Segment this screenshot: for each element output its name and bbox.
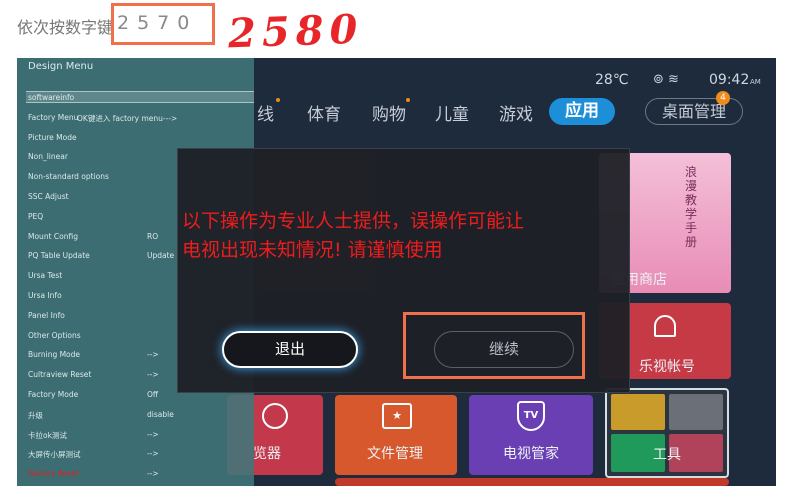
menu-item[interactable]: 升级 [28, 410, 43, 421]
tab-dot-1 [276, 98, 280, 102]
menu-item[interactable]: 卡拉ok测试 [28, 430, 67, 441]
menu-item[interactable]: Factory Reset [28, 469, 79, 478]
tab-kids[interactable]: 儿童 [435, 100, 469, 125]
menu-item-value: Update [147, 251, 175, 261]
menu-item[interactable]: Panel Info [28, 311, 65, 320]
exit-button[interactable]: 退出 [222, 331, 358, 368]
tile-bottom-strip [335, 478, 729, 486]
browser-icon [262, 403, 288, 429]
menu-item-value: --> [147, 350, 159, 360]
clock-time: 09:42 [709, 72, 750, 88]
handwritten-code: 2580 [227, 5, 365, 58]
tab-dot-2 [406, 98, 410, 102]
menu-item[interactable]: PEQ [28, 212, 43, 221]
tab-shopping[interactable]: 购物 [372, 100, 406, 125]
wifi-icon: ⊚ ≋ [653, 72, 679, 87]
menu-item[interactable]: softwareinfo [28, 93, 74, 102]
warning-line-2: 电视出现未知情况! 请谨慎使用 [182, 239, 443, 261]
instruction-text: 依次按数字键 [17, 18, 114, 37]
continue-highlight-box [403, 312, 585, 379]
tab-sports[interactable]: 体育 [307, 100, 341, 125]
poster-text: 浪漫教学手册 [685, 165, 698, 249]
clock-suffix: AM [750, 78, 761, 86]
menu-item[interactable]: Other Options [28, 331, 81, 340]
menu-item-value: --> [147, 469, 159, 479]
tile-label-browser: 览器 [253, 446, 281, 462]
tile-label-tools: 工具 [653, 447, 681, 463]
menu-item[interactable]: Factory Mode [28, 390, 78, 399]
tile-label-tv-manager: 电视管家 [503, 446, 559, 462]
menu-title: Design Menu [28, 61, 94, 72]
menu-item-value: Off [147, 390, 159, 399]
menu-item[interactable]: Non-standard options [28, 172, 109, 181]
weather-readout: 28℃ [595, 72, 629, 88]
menu-item[interactable]: Factory Menu [28, 113, 78, 122]
tool-sub-2 [669, 394, 723, 430]
tile-label-file-manager: 文件管理 [367, 446, 423, 462]
tool-sub-1 [611, 394, 665, 430]
notification-badge: 4 [716, 91, 730, 105]
tile-file-manager[interactable]: ★ [335, 395, 457, 475]
warning-message: 以下操作为专业人士提供，误操作可能让 电视出现未知情况! 请谨慎使用 [182, 207, 622, 265]
menu-item-value: --> [147, 370, 159, 380]
menu-item-value: disable [147, 409, 174, 419]
menu-item-value: --> [147, 429, 159, 439]
menu-item[interactable]: PQ Table Update [28, 251, 90, 260]
tv-shield-icon: TV [517, 401, 545, 431]
menu-item[interactable]: Burning Mode [28, 350, 80, 359]
menu-item[interactable]: Ursa Info [28, 291, 62, 300]
menu-item[interactable]: SSC Adjust [28, 192, 69, 201]
menu-item[interactable]: Non_linear [28, 152, 68, 161]
user-icon [654, 315, 676, 337]
tile-label-account: 乐视帐号 [639, 359, 695, 375]
tab-apps[interactable]: 应用 [549, 98, 615, 125]
menu-item[interactable]: Cultraview Reset [28, 370, 91, 379]
warning-line-1: 以下操作为专业人士提供，误操作可能让 [182, 210, 525, 232]
tile-tv-manager[interactable]: TV [469, 395, 593, 475]
menu-item[interactable]: Picture Mode [28, 133, 77, 142]
menu-item-value: RO [147, 231, 159, 241]
code-digits: 2570 [117, 12, 198, 34]
menu-item[interactable]: Ursa Test [28, 271, 62, 280]
menu-item-value: --> [147, 449, 159, 459]
menu-item[interactable]: Mount Config [28, 232, 78, 241]
menu-item[interactable]: 大屏传小屏测试 [28, 449, 81, 460]
menu-item-value: OK键进入 factory menu---> [77, 113, 178, 123]
tab-games[interactable]: 游戏 [499, 100, 533, 125]
folder-star-icon: ★ [382, 403, 412, 429]
tab-partial[interactable]: 线 [257, 100, 274, 125]
tile-tools[interactable] [605, 388, 729, 478]
tv-screen: 浪漫教学手册 应用商店 乐视帐号 览器 ★ 文件管理 TV 电视管家 工具 28… [17, 58, 776, 486]
